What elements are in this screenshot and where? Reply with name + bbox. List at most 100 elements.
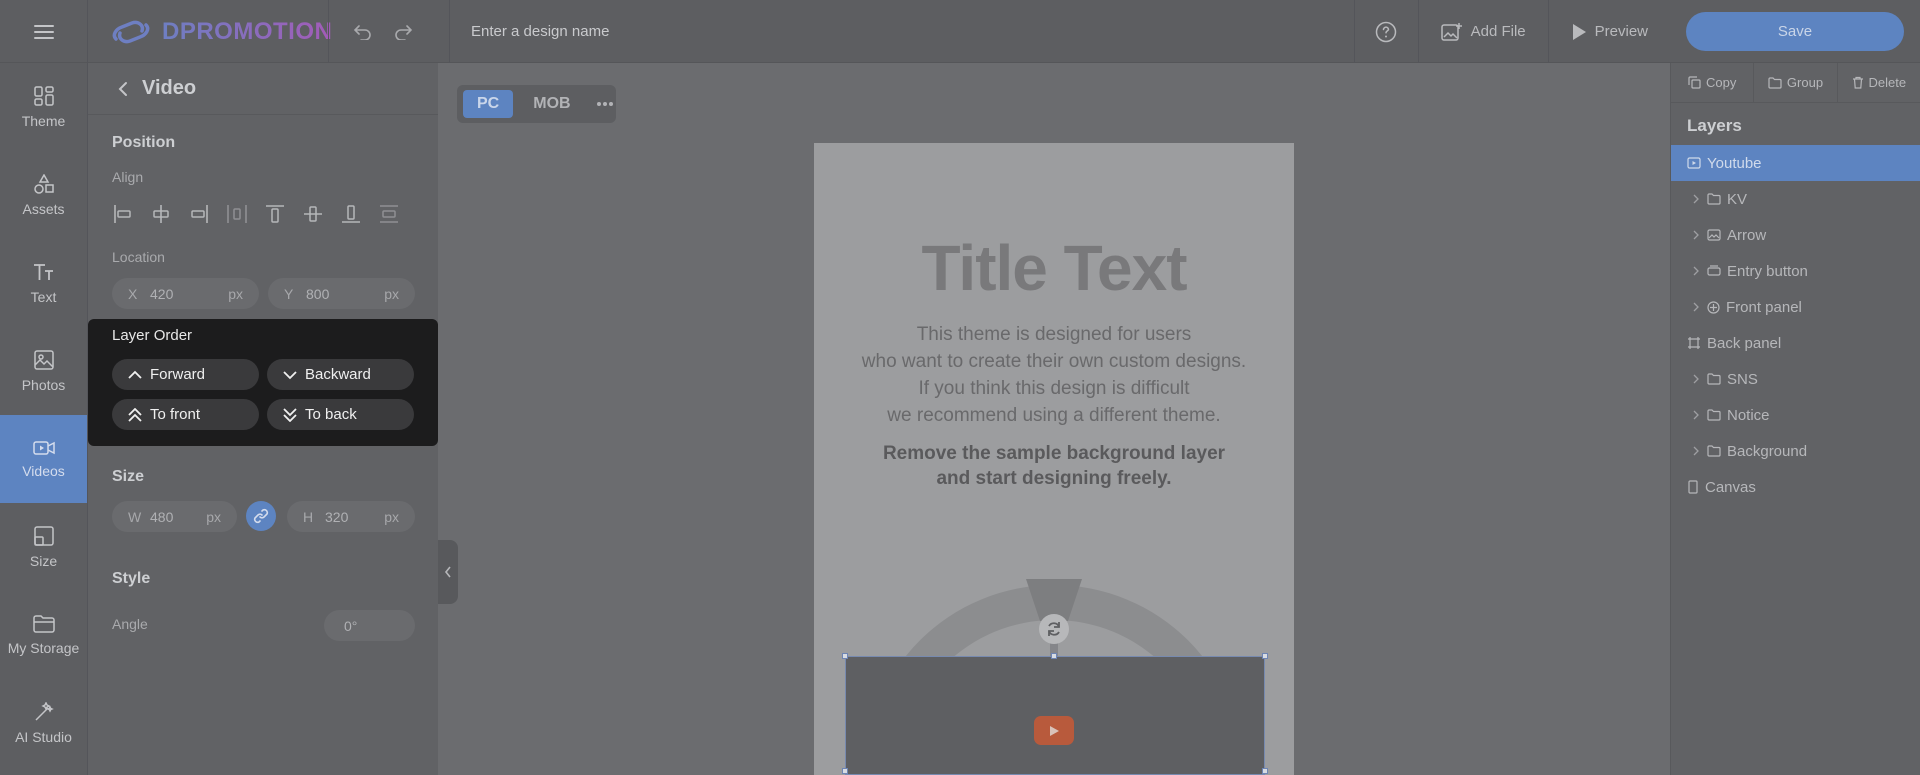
angle-field[interactable]: 0° bbox=[324, 610, 415, 641]
canvas-icon bbox=[1688, 480, 1698, 494]
w-value: 480 bbox=[150, 508, 174, 525]
distribute-horizontal-button[interactable] bbox=[224, 201, 250, 227]
nav-item-assets[interactable]: Assets bbox=[0, 151, 87, 239]
layer-item-notice[interactable]: Notice bbox=[1671, 397, 1920, 433]
canvas-strong-text[interactable]: Remove the sample background layer and s… bbox=[814, 441, 1294, 491]
nav-item-ai-studio[interactable]: AI Studio bbox=[0, 679, 87, 767]
layer-item-front-panel[interactable]: Front panel bbox=[1671, 289, 1920, 325]
group-label: Group bbox=[1786, 75, 1824, 90]
nav-item-theme[interactable]: Theme bbox=[0, 63, 87, 151]
nav-label: Photos bbox=[21, 376, 66, 393]
rotate-handle[interactable] bbox=[1039, 614, 1069, 644]
pc-tab[interactable]: PC bbox=[463, 90, 514, 118]
undo-button[interactable] bbox=[353, 24, 373, 40]
theme-icon bbox=[33, 85, 54, 106]
chevron-right-icon bbox=[1693, 302, 1699, 312]
frame-icon bbox=[1688, 337, 1700, 349]
resize-handle-tc[interactable] bbox=[1051, 653, 1057, 659]
to-front-button[interactable]: To front bbox=[112, 399, 259, 430]
nav-label: Text bbox=[30, 288, 57, 305]
body-line: we recommend using a different theme. bbox=[887, 405, 1221, 426]
align-center-vertical-icon bbox=[304, 206, 322, 222]
distribute-vertical-button[interactable] bbox=[376, 201, 402, 227]
layers-title: Layers bbox=[1687, 116, 1742, 135]
location-label: Location bbox=[112, 249, 165, 265]
delete-button[interactable]: Delete bbox=[1838, 63, 1920, 102]
lock-ratio-button[interactable] bbox=[246, 501, 276, 531]
resize-handle-bl[interactable] bbox=[842, 768, 848, 774]
align-center-h-button[interactable] bbox=[148, 201, 174, 227]
layer-item-sns[interactable]: SNS bbox=[1671, 361, 1920, 397]
canvas-title-text[interactable]: Title Text bbox=[814, 231, 1294, 305]
align-right-button[interactable] bbox=[186, 201, 212, 227]
layer-item-youtube[interactable]: Youtube bbox=[1671, 145, 1920, 181]
nav-item-size[interactable]: Size bbox=[0, 503, 87, 591]
copy-button[interactable]: Copy bbox=[1671, 63, 1755, 102]
chevron-up-icon bbox=[128, 370, 142, 379]
nav-item-videos[interactable]: Videos bbox=[0, 415, 87, 503]
resize-handle-br[interactable] bbox=[1262, 768, 1268, 774]
delete-label: Delete bbox=[1868, 75, 1907, 90]
add-file-label: Add File bbox=[1470, 23, 1526, 40]
align-top-button[interactable] bbox=[262, 201, 288, 227]
y-field[interactable]: Y 800 px bbox=[268, 278, 415, 309]
x-field[interactable]: X 420 px bbox=[112, 278, 259, 309]
layer-item-canvas[interactable]: Canvas bbox=[1671, 469, 1920, 505]
back-button[interactable] bbox=[118, 81, 128, 97]
resize-handle-tr[interactable] bbox=[1262, 653, 1268, 659]
mob-tab[interactable]: MOB bbox=[519, 90, 584, 118]
resize-handle-tl[interactable] bbox=[842, 653, 848, 659]
chevron-right-icon bbox=[1693, 266, 1699, 276]
collapse-panel-button[interactable] bbox=[438, 540, 458, 604]
layer-label: Back panel bbox=[1707, 334, 1782, 352]
logo-mark-icon bbox=[112, 20, 150, 44]
backward-button[interactable]: Backward bbox=[267, 359, 414, 390]
app-logo[interactable]: DPROMOTION bbox=[110, 14, 332, 50]
layer-item-entry-button[interactable]: Entry button bbox=[1671, 253, 1920, 289]
redo-button[interactable] bbox=[393, 24, 413, 40]
nav-label: My Storage bbox=[7, 639, 80, 656]
assets-icon bbox=[33, 173, 54, 194]
button-icon bbox=[1707, 265, 1721, 276]
align-bottom-button[interactable] bbox=[338, 201, 364, 227]
nav-item-photos[interactable]: Photos bbox=[0, 327, 87, 415]
to-back-button[interactable]: To back bbox=[267, 399, 414, 430]
help-button[interactable] bbox=[1353, 0, 1418, 63]
chevron-left-icon bbox=[444, 566, 451, 578]
chevron-right-icon bbox=[1693, 194, 1699, 204]
preview-label: Preview bbox=[1594, 23, 1648, 40]
hamburger-menu-button[interactable] bbox=[0, 0, 88, 63]
layer-item-back-panel[interactable]: Back panel bbox=[1671, 325, 1920, 361]
layer-item-kv[interactable]: KV bbox=[1671, 181, 1920, 217]
trash-icon bbox=[1852, 76, 1863, 89]
hamburger-icon bbox=[33, 24, 54, 39]
forward-button[interactable]: Forward bbox=[112, 359, 259, 390]
width-field[interactable]: W 480 px bbox=[112, 501, 237, 532]
more-options-button[interactable] bbox=[591, 102, 619, 106]
save-button[interactable]: Save bbox=[1686, 12, 1904, 51]
folder-icon bbox=[1707, 193, 1721, 205]
height-field[interactable]: H 320 px bbox=[287, 501, 415, 532]
layer-label: KV bbox=[1727, 190, 1748, 208]
chevron-left-icon bbox=[118, 81, 127, 96]
layer-item-arrow[interactable]: Arrow bbox=[1671, 217, 1920, 253]
align-left-button[interactable] bbox=[110, 201, 136, 227]
x-label: X bbox=[128, 285, 138, 302]
layer-label: Background bbox=[1727, 442, 1808, 460]
nav-item-my-storage[interactable]: My Storage bbox=[0, 591, 87, 679]
design-name-input[interactable] bbox=[471, 18, 971, 45]
preview-button[interactable]: Preview bbox=[1547, 0, 1670, 63]
youtube-play-button[interactable] bbox=[1034, 716, 1074, 745]
size-title: Size bbox=[112, 468, 145, 485]
align-label: Align bbox=[112, 169, 144, 185]
nav-item-text[interactable]: Text bbox=[0, 239, 87, 327]
group-button[interactable]: Group bbox=[1754, 63, 1838, 102]
add-file-button[interactable]: Add File bbox=[1417, 0, 1548, 63]
align-middle-button[interactable] bbox=[300, 201, 326, 227]
layer-item-background[interactable]: Background bbox=[1671, 433, 1920, 469]
nav-label: Videos bbox=[22, 462, 65, 479]
copy-icon bbox=[1688, 76, 1701, 89]
canvas-body-text[interactable]: This theme is designed for users who wan… bbox=[814, 321, 1294, 429]
nav-label: Size bbox=[29, 552, 58, 569]
chevron-right-icon bbox=[1693, 446, 1699, 456]
